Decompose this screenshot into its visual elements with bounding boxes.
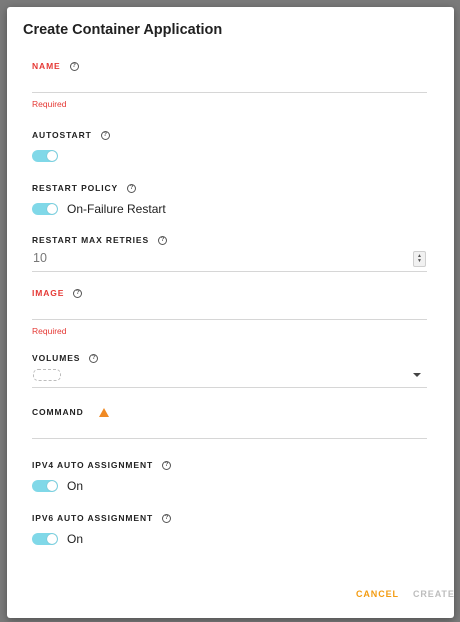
ipv6-toggle[interactable] [32, 533, 58, 545]
toggle-knob [47, 151, 57, 161]
dialog-title: Create Container Application [23, 22, 223, 38]
help-circle-icon[interactable]: ? [89, 353, 99, 363]
help-circle-icon[interactable]: ? [127, 183, 137, 193]
ipv6-value: On [67, 532, 84, 546]
name-label-row: NAME ? [32, 60, 427, 72]
ipv4-value: On [67, 479, 84, 493]
ipv4-field: IPV4 AUTO ASSIGNMENT ? On [32, 459, 427, 493]
restart-max-retries-label: RESTART MAX RETRIES [32, 235, 150, 245]
restart-max-retries-label-row: RESTART MAX RETRIES ? [32, 234, 427, 246]
ipv6-field: IPV6 AUTO ASSIGNMENT ? On [32, 512, 427, 546]
name-field: NAME ? Required [32, 60, 427, 109]
image-label: IMAGE [32, 288, 65, 298]
restart-max-retries-value: 10 [33, 251, 47, 265]
autostart-toggle-row [32, 149, 427, 163]
restart-policy-field: RESTART POLICY ? On-Failure Restart [32, 182, 427, 216]
volumes-select[interactable] [32, 364, 427, 388]
volumes-label-row: VOLUMES ? [32, 352, 427, 364]
restart-policy-toggle-row: On-Failure Restart [32, 202, 427, 216]
ipv4-toggle-row: On [32, 479, 427, 493]
command-input[interactable] [32, 418, 427, 439]
volume-chip-placeholder [33, 369, 61, 381]
toggle-knob [47, 481, 57, 491]
help-circle-icon[interactable]: ? [162, 513, 172, 523]
ipv6-label: IPV6 AUTO ASSIGNMENT [32, 513, 154, 523]
create-container-dialog: Create Container Application NAME ? Requ… [7, 7, 454, 618]
number-spinner[interactable]: ▲ ▼ [413, 251, 426, 267]
name-label: NAME [32, 61, 61, 71]
name-error: Required [32, 99, 67, 109]
autostart-toggle[interactable] [32, 150, 58, 162]
image-label-row: IMAGE ? [32, 287, 427, 299]
restart-policy-toggle[interactable] [32, 203, 58, 215]
cancel-button[interactable]: CANCEL [356, 589, 399, 599]
warning-triangle-icon [98, 407, 109, 417]
chevron-down-icon[interactable] [413, 373, 421, 377]
volumes-label: VOLUMES [32, 353, 81, 363]
help-circle-icon[interactable]: ? [73, 288, 83, 298]
ipv4-label-row: IPV4 AUTO ASSIGNMENT ? [32, 459, 427, 471]
volumes-field: VOLUMES ? [32, 352, 427, 388]
help-circle-icon[interactable]: ? [100, 130, 110, 140]
command-label-row: COMMAND [32, 406, 427, 418]
create-button[interactable]: CREATE [413, 589, 455, 599]
ipv6-toggle-row: On [32, 532, 427, 546]
command-field: COMMAND [32, 406, 427, 439]
help-circle-icon[interactable]: ? [162, 460, 172, 470]
toggle-knob [47, 534, 57, 544]
help-circle-icon[interactable]: ? [69, 61, 79, 71]
autostart-label-row: AUTOSTART ? [32, 129, 427, 141]
command-label: COMMAND [32, 407, 84, 417]
name-input[interactable] [32, 72, 427, 93]
restart-policy-label: RESTART POLICY [32, 183, 119, 193]
ipv4-toggle[interactable] [32, 480, 58, 492]
ipv4-label: IPV4 AUTO ASSIGNMENT [32, 460, 154, 470]
ipv6-label-row: IPV6 AUTO ASSIGNMENT ? [32, 512, 427, 524]
restart-policy-value: On-Failure Restart [67, 202, 166, 216]
restart-policy-label-row: RESTART POLICY ? [32, 182, 427, 194]
image-input[interactable] [32, 299, 427, 320]
autostart-label: AUTOSTART [32, 130, 92, 140]
image-field: IMAGE ? Required [32, 287, 427, 336]
restart-max-retries-field: RESTART MAX RETRIES ? 10 ▲ ▼ [32, 234, 427, 272]
toggle-knob [47, 204, 57, 214]
autostart-field: AUTOSTART ? [32, 129, 427, 163]
image-error: Required [32, 326, 67, 336]
help-circle-icon[interactable]: ? [158, 235, 168, 245]
restart-max-retries-input[interactable]: 10 ▲ ▼ [32, 246, 427, 272]
spin-down-icon[interactable]: ▼ [417, 259, 422, 264]
